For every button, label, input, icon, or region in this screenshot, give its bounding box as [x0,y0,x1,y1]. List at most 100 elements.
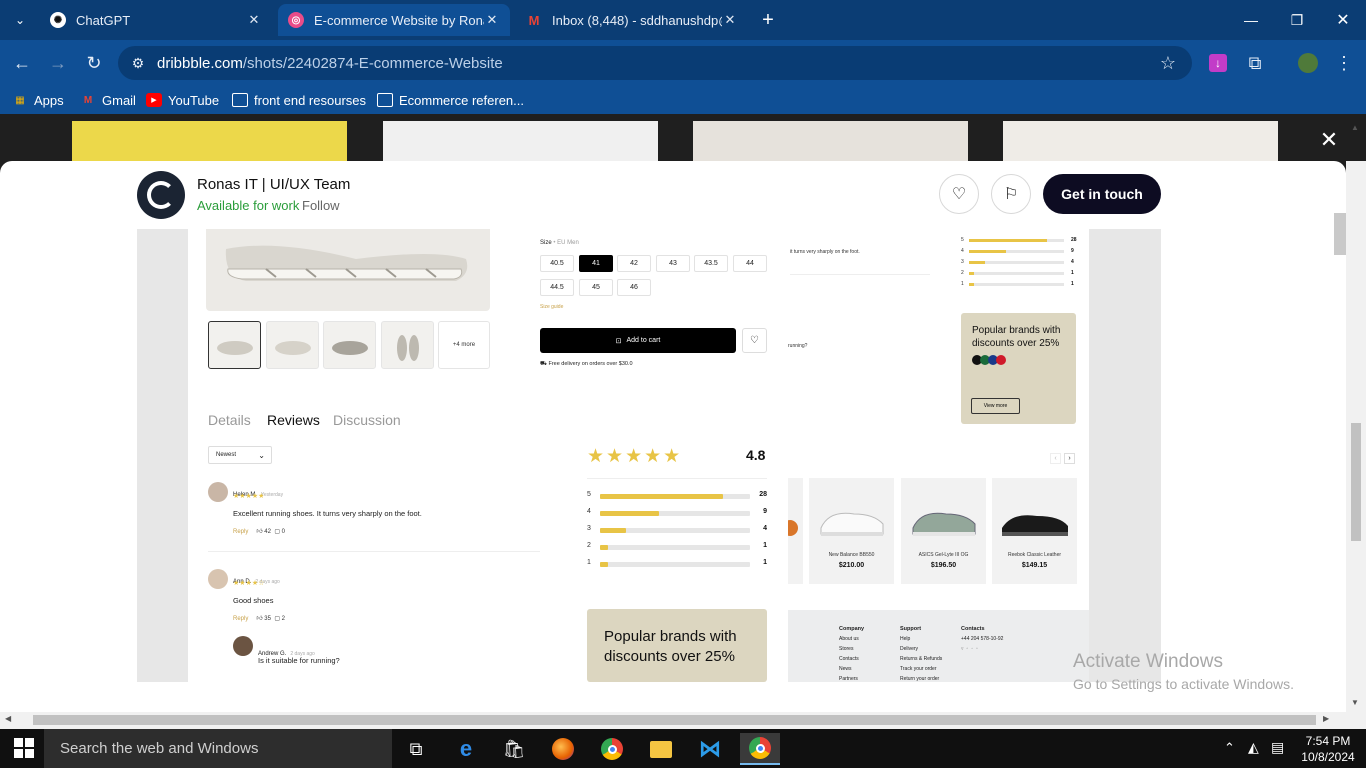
sort-dropdown[interactable]: Newest ⌄ [208,446,272,464]
bookmark-folder-frontend[interactable]: front end resourses [232,92,366,108]
tab-gmail[interactable]: M Inbox (8,448) - sddhanushdp@ ✕ [516,4,748,36]
notifications-icon[interactable]: ▤ [1271,739,1284,756]
chrome-icon[interactable] [592,733,632,765]
product-card[interactable]: New Balance BB550 $210.00 [809,478,894,584]
product-thumbnail[interactable] [208,321,261,369]
reload-icon[interactable]: ↻ [78,47,110,79]
scroll-left-icon[interactable]: ◀ [5,714,11,723]
footer-link[interactable]: About us [839,636,859,642]
product-thumbnail[interactable] [266,321,319,369]
file-explorer-icon[interactable] [641,733,681,765]
thumbs-up-icon[interactable]: 👍︎ [256,616,262,622]
window-close-icon[interactable]: ✕ [1320,0,1366,40]
size-guide-link[interactable]: Size guide [540,304,563,310]
product-thumbnail[interactable] [381,321,434,369]
edge-icon[interactable]: e [446,733,486,765]
get-in-touch-button[interactable]: Get in touch [1043,174,1161,214]
back-icon[interactable]: ← [6,47,38,79]
size-option[interactable]: 42 [617,255,651,272]
extensions-icon[interactable]: ⧉ [1239,47,1271,79]
product-card[interactable]: Reebok Classic Leather $149.15 [992,478,1077,584]
close-icon[interactable]: ✕ [722,12,738,28]
menu-icon[interactable]: ⋮ [1328,47,1360,79]
size-option[interactable]: 45 [579,279,613,296]
site-settings-icon[interactable]: ⚙ [122,47,154,79]
bookmark-youtube[interactable]: ▶ YouTube [146,92,219,108]
comment-icon[interactable]: ▢ [274,616,280,622]
tab-search-icon[interactable]: ⌄ [4,4,36,36]
footer-link[interactable]: Return your order [900,676,939,682]
profile-avatar[interactable] [1298,53,1318,73]
thumbs-up-icon[interactable]: 👍︎ [256,529,262,535]
download-extension-icon[interactable]: ↓ [1209,54,1227,72]
size-option[interactable]: 44 [733,255,767,272]
promo-banner[interactable]: Popular brands with discounts over 25% [587,609,767,682]
social-icons[interactable]: ▿▫◦▫ [961,646,981,652]
close-icon[interactable]: ✕ [484,12,500,28]
store-icon[interactable]: 🛍︎ [494,733,534,765]
product-thumbnail[interactable] [323,321,376,369]
view-more-button[interactable]: View more [971,398,1020,414]
designer-name[interactable]: Ronas IT | UI/UX Team [197,176,350,193]
vertical-scrollbar-thumb[interactable] [1351,423,1361,541]
promo-banner-small[interactable]: Popular brands with discounts over 25% V… [961,313,1076,424]
footer-link[interactable]: News [839,666,852,672]
windows-start-icon[interactable] [14,738,34,758]
footer-link[interactable]: Returns & Refunds [900,656,942,662]
url-text[interactable]: dribbble.com/shots/22402874-E-commerce-W… [157,55,503,72]
wishlist-button[interactable]: ♡ [742,328,767,353]
scroll-up-icon[interactable]: ▲ [1351,123,1359,132]
firefox-icon[interactable] [543,733,583,765]
task-view-icon[interactable]: ⧉ [396,733,436,765]
scroll-down-icon[interactable]: ▼ [1351,698,1359,707]
horizontal-scrollbar-thumb[interactable] [33,715,1316,725]
follow-link[interactable]: Follow [302,198,340,213]
tab-chatgpt[interactable]: ✺ ChatGPT ✕ [40,4,272,36]
carousel-prev-icon[interactable]: ‹ [1050,453,1061,464]
size-option[interactable]: 43 [656,255,690,272]
scroll-right-icon[interactable]: ▶ [1323,714,1329,723]
close-icon[interactable]: ✕ [246,12,262,28]
tab-discussion[interactable]: Discussion [333,412,401,428]
forward-icon[interactable]: → [42,47,74,79]
taskbar-clock[interactable]: 7:54 PM 10/8/2024 [1298,733,1358,765]
bookmark-gmail[interactable]: M Gmail [80,92,136,108]
size-option-selected[interactable]: 41 [579,255,613,272]
tab-reviews[interactable]: Reviews [267,412,320,428]
comment-icon[interactable]: ▢ [274,529,280,535]
size-option[interactable]: 44.5 [540,279,574,296]
minimize-icon[interactable]: — [1228,0,1274,40]
like-button[interactable]: ♡ [939,174,979,214]
chrome-active-icon[interactable] [740,733,780,765]
product-card[interactable]: ASICS Gel-Lyte III OG $196.50 [901,478,986,584]
footer-link[interactable]: Track your order [900,666,937,672]
modal-scrollbar-thumb[interactable] [1334,213,1346,255]
size-option[interactable]: 40.5 [540,255,574,272]
tab-dribbble[interactable]: ◎ E-commerce Website by Ronas ✕ [278,4,510,36]
footer-link[interactable]: Help [900,636,910,642]
taskbar-search-box[interactable]: Search the web and Windows [44,729,392,768]
bookmark-folder-ecommerce[interactable]: Ecommerce referen... [377,92,524,108]
restore-icon[interactable]: ❐ [1274,0,1320,40]
add-to-cart-button[interactable]: ⊡ Add to cart [540,328,736,353]
designer-avatar[interactable] [137,171,185,219]
carousel-next-icon[interactable]: › [1064,453,1075,464]
size-option[interactable]: 43.5 [694,255,728,272]
footer-link[interactable]: Stores [839,646,853,652]
network-icon[interactable]: ◭ [1248,739,1259,756]
tray-chevron-icon[interactable]: ⌃ [1224,740,1235,756]
new-tab-button[interactable]: + [752,4,784,36]
footer-link[interactable]: Contacts [839,656,859,662]
save-button[interactable]: ⚐ [991,174,1031,214]
tab-details[interactable]: Details [208,412,251,428]
vscode-icon[interactable]: ⋈ [690,733,730,765]
product-card-partial[interactable] [782,478,803,584]
footer-link[interactable]: Delivery [900,646,918,652]
more-thumbnails[interactable]: +4 more [438,321,490,369]
close-shot-icon[interactable]: ✕ [1317,127,1341,152]
reply-link[interactable]: Reply [233,616,248,622]
reply-link[interactable]: Reply [233,529,248,535]
footer-link[interactable]: Partners [839,676,858,682]
bookmark-star-icon[interactable]: ☆ [1152,47,1184,79]
size-option[interactable]: 46 [617,279,651,296]
